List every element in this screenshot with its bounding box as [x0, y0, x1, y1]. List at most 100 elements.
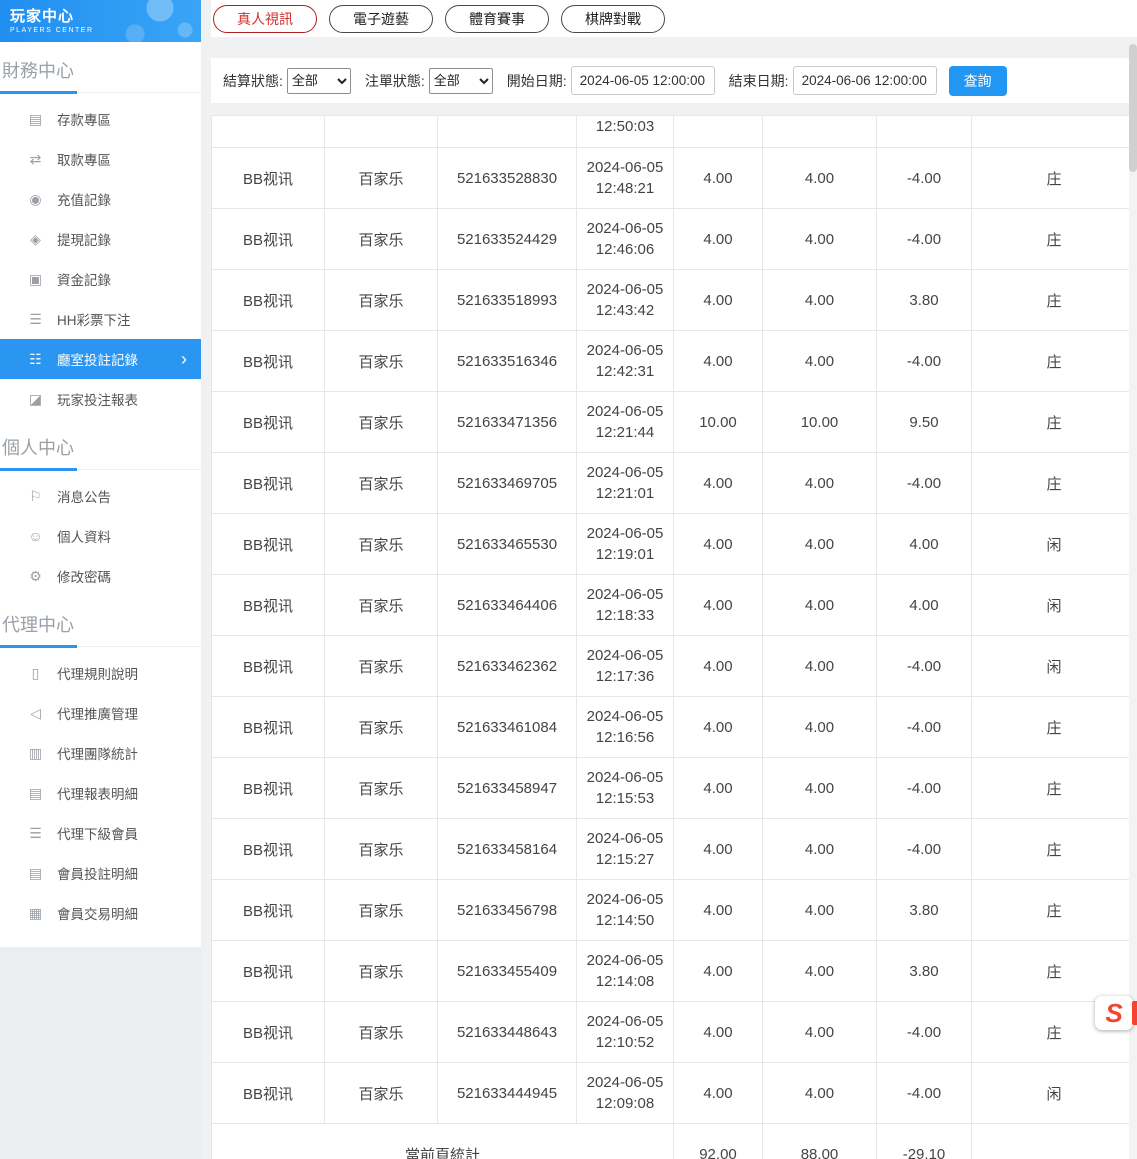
sidebar-item-profile[interactable]: ☺個人資料 — [0, 516, 201, 556]
date-line: 2024-06-05 — [587, 340, 664, 361]
cell-winloss: 4.00 — [877, 514, 972, 575]
cell-game: 百家乐 — [325, 575, 438, 636]
sidebar-item-cashout-records[interactable]: ◈提現記錄 — [0, 219, 201, 259]
sidebar-item-deposit-zone[interactable]: ▤存款專區 — [0, 99, 201, 139]
table-row: BB视讯百家乐5216334581642024-06-0512:15:274.0… — [212, 819, 1137, 880]
cell-bet — [674, 116, 763, 148]
sidebar-item-announcements[interactable]: ⚐消息公告 — [0, 476, 201, 516]
footer-label: 當前頁統計 — [212, 1124, 674, 1159]
lottery-icon: ☰ — [27, 311, 44, 328]
cell-winloss: 4.00 — [877, 575, 972, 636]
tab-sports-events[interactable]: 體育賽事 — [445, 5, 549, 33]
vertical-scrollbar[interactable] — [1129, 44, 1137, 1159]
cell-game: 百家乐 — [325, 941, 438, 1002]
cell-platform: BB视讯 — [212, 697, 325, 758]
sidebar-item-recharge-records[interactable]: ◉充值記錄 — [0, 179, 201, 219]
sidebar-item-label: 取款專區 — [57, 149, 111, 169]
sidebar-item-player-bet-report[interactable]: ◪玩家投注報表 — [0, 379, 201, 419]
bets-table: 12:50:03BB视讯百家乐5216335288302024-06-0512:… — [211, 115, 1137, 1159]
cell-valid: 4.00 — [763, 575, 877, 636]
time-line: 12:48:21 — [596, 178, 654, 199]
cell-game: 百家乐 — [325, 1063, 438, 1124]
users-icon: ☰ — [27, 825, 44, 842]
scrollbar-thumb[interactable] — [1129, 44, 1137, 172]
time-line: 12:09:08 — [596, 1093, 654, 1114]
cell-bet: 4.00 — [674, 636, 763, 697]
cell-order: 521633469705 — [438, 453, 577, 514]
date-line: 2024-06-05 — [587, 645, 664, 666]
tab-live-casino[interactable]: 真人視訊 — [213, 5, 317, 33]
settle-status-label: 結算狀態: — [223, 71, 283, 91]
cell-platform: BB视讯 — [212, 514, 325, 575]
search-button[interactable]: 查詢 — [949, 66, 1007, 96]
sidebar-item-room-bet-records[interactable]: ☷廳室投註記錄› — [0, 339, 201, 379]
cell-game: 百家乐 — [325, 1002, 438, 1063]
sidebar-item-agent-rules[interactable]: ▯ 代理規則說明 — [0, 653, 201, 693]
table-row: BB视讯百家乐5216334567982024-06-0512:14:504.0… — [212, 880, 1137, 941]
cell-datetime: 2024-06-0512:21:44 — [577, 392, 674, 453]
withdraw-icon: ⇄ — [27, 151, 44, 168]
stats-icon: ▥ — [27, 745, 44, 762]
start-date-input[interactable] — [571, 66, 715, 95]
date-line: 2024-06-05 — [587, 401, 664, 422]
cashout-icon: ◈ — [27, 231, 44, 248]
sidebar-item-agent-sub-members[interactable]: ☰代理下級會員 — [0, 813, 201, 853]
date-line: 2024-06-05 — [587, 828, 664, 849]
table-row: BB视讯百家乐5216334697052024-06-0512:21:014.0… — [212, 453, 1137, 514]
sidebar-item-label: 代理規則說明 — [57, 663, 138, 683]
cell-result: 闲 — [972, 575, 1137, 636]
cell-platform: BB视讯 — [212, 270, 325, 331]
cell-valid: 4.00 — [763, 758, 877, 819]
order-status-select[interactable]: 全部 — [429, 68, 493, 94]
cell-winloss: -4.00 — [877, 819, 972, 880]
sidebar-item-member-trade-detail[interactable]: ▦會員交易明細 — [0, 893, 201, 933]
cell-datetime: 2024-06-0512:18:33 — [577, 575, 674, 636]
sidebar-item-hh-lottery-bets[interactable]: ☰HH彩票下注 — [0, 299, 201, 339]
cell-platform: BB视讯 — [212, 880, 325, 941]
sidebar-item-withdraw-zone[interactable]: ⇄ 取款專區 — [0, 139, 201, 179]
report-icon: ◪ — [27, 391, 44, 408]
bell-icon: ⚐ — [27, 488, 44, 505]
sidebar-item-agent-promotion[interactable]: ◁代理推廣管理 — [0, 693, 201, 733]
cell-order: 521633516346 — [438, 331, 577, 392]
time-line: 12:14:08 — [596, 971, 654, 992]
time-line: 12:21:01 — [596, 483, 654, 504]
tab-board-card-games[interactable]: 棋牌對戰 — [561, 5, 665, 33]
settle-status-select[interactable]: 全部 — [287, 68, 351, 94]
time-line: 12:15:27 — [596, 849, 654, 870]
end-date-input[interactable] — [793, 66, 937, 95]
sidebar-section-title: 財務中心 — [0, 42, 201, 93]
cell-platform: BB视讯 — [212, 575, 325, 636]
table-row: BB视讯百家乐5216334486432024-06-0512:10:524.0… — [212, 1002, 1137, 1063]
cell-valid: 4.00 — [763, 941, 877, 1002]
sidebar-item-funds-records[interactable]: ▣資金記錄 — [0, 259, 201, 299]
sogou-icon: S — [1105, 1000, 1122, 1026]
table-row: BB视讯百家乐5216334644062024-06-0512:18:334.0… — [212, 575, 1137, 636]
cell-game: 百家乐 — [325, 270, 438, 331]
table-row: BB视讯百家乐5216334589472024-06-0512:15:534.0… — [212, 758, 1137, 819]
cell-bet: 4.00 — [674, 697, 763, 758]
cell-winloss: -4.00 — [877, 331, 972, 392]
user-icon: ☺ — [27, 528, 44, 544]
cell-datetime: 2024-06-0512:15:27 — [577, 819, 674, 880]
sidebar-item-change-password[interactable]: ⚙修改密碼 — [0, 556, 201, 596]
cell-result: 庄 — [972, 819, 1137, 880]
time-line: 12:21:44 — [596, 422, 654, 443]
cell-order: 521633471356 — [438, 392, 577, 453]
cell-platform: BB视讯 — [212, 941, 325, 1002]
funds-icon: ▣ — [27, 271, 44, 288]
date-line: 2024-06-05 — [587, 706, 664, 727]
cell-winloss: -4.00 — [877, 453, 972, 514]
document-icon: ▯ — [27, 665, 44, 682]
sidebar-item-agent-report-detail[interactable]: ▤代理報表明細 — [0, 773, 201, 813]
cell-winloss: 3.80 — [877, 941, 972, 1002]
cell-order: 521633465530 — [438, 514, 577, 575]
cell-order: 521633528830 — [438, 148, 577, 209]
sidebar-item-agent-team-stats[interactable]: ▥代理團隊統計 — [0, 733, 201, 773]
cell-order: 521633444945 — [438, 1063, 577, 1124]
cell-game: 百家乐 — [325, 209, 438, 270]
sidebar-item-member-bet-detail[interactable]: ▤會員投註明細 — [0, 853, 201, 893]
date-line: 2024-06-05 — [587, 218, 664, 239]
tab-electronic-games[interactable]: 電子遊藝 — [329, 5, 433, 33]
date-line: 2024-06-05 — [587, 1011, 664, 1032]
